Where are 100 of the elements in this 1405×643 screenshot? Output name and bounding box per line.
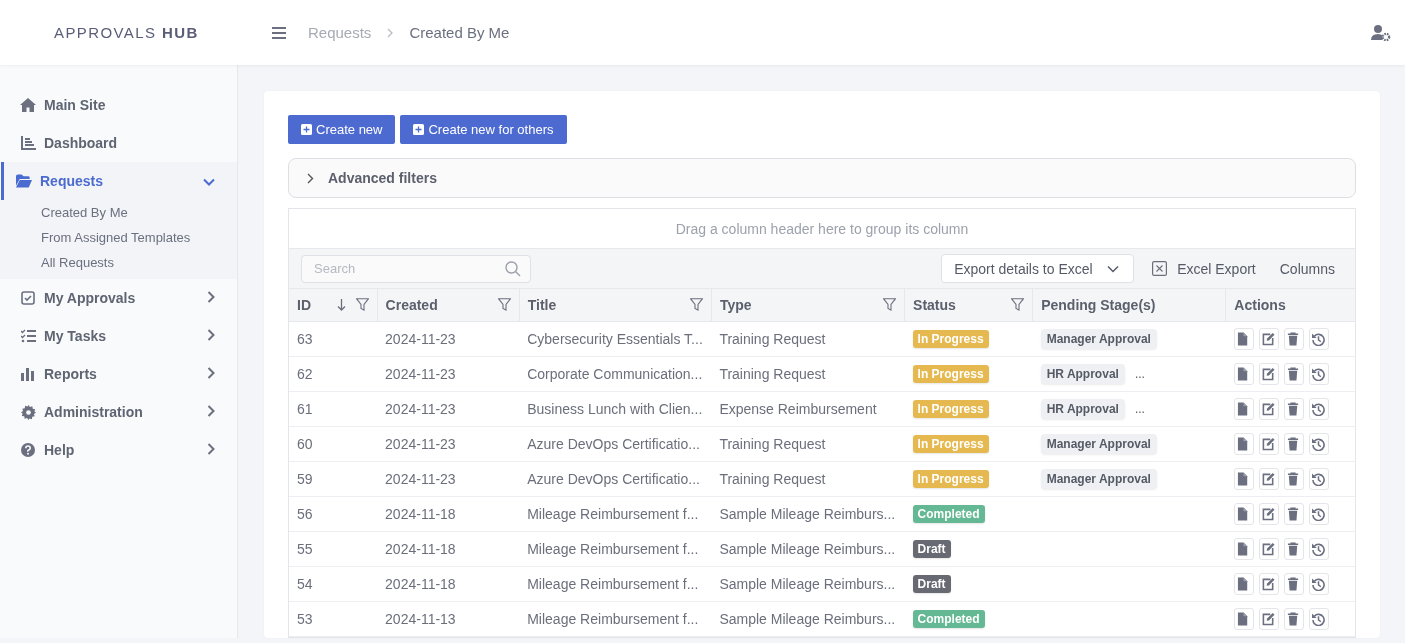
filter-icon[interactable] (355, 298, 369, 312)
sidebar-item[interactable]: Requests (1, 162, 237, 200)
advanced-filters-toggle[interactable]: Advanced filters (288, 158, 1356, 198)
document-button[interactable] (1233, 502, 1254, 525)
history-button[interactable] (1308, 537, 1329, 560)
trash-icon (1287, 436, 1301, 451)
sidebar-item[interactable]: Dashboard (1, 124, 237, 162)
bar-chart-icon (20, 367, 36, 381)
sidebar-subitem[interactable]: From Assigned Templates (0, 225, 237, 250)
column-header[interactable]: ID (289, 289, 378, 321)
column-header[interactable]: Actions (1225, 289, 1355, 321)
document-button[interactable] (1233, 607, 1254, 630)
create-button[interactable]: Create new (288, 115, 396, 144)
trash-icon (1287, 611, 1301, 626)
menu-icon[interactable] (272, 26, 286, 39)
history-button[interactable] (1308, 397, 1329, 420)
sidebar-item[interactable]: Reports (1, 355, 237, 393)
columns-button[interactable]: Columns (1279, 260, 1343, 277)
date-cell: 2024-11-23 (377, 426, 520, 461)
document-button[interactable] (1233, 572, 1254, 595)
history-button[interactable] (1308, 572, 1329, 595)
filter-icon[interactable] (883, 298, 897, 312)
delete-button[interactable] (1283, 502, 1304, 525)
caret-icon (1106, 264, 1119, 273)
filter-icon[interactable] (1011, 298, 1025, 312)
sidebar-item[interactable]: Main Site (1, 86, 237, 124)
type-cell: Training Request (711, 356, 905, 391)
edit-button[interactable] (1258, 607, 1279, 630)
document-button[interactable] (1233, 432, 1254, 455)
excel-export-button[interactable]: Excel Export (1152, 260, 1256, 277)
edit-button[interactable] (1258, 537, 1279, 560)
type-cell: Training Request (711, 321, 905, 356)
column-header[interactable]: Status (904, 289, 1033, 321)
date-cell: 2024-11-23 (377, 391, 520, 426)
document-button[interactable] (1233, 537, 1254, 560)
date-cell: 2024-11-18 (377, 566, 520, 601)
edit-button[interactable] (1258, 362, 1279, 385)
history-button[interactable] (1308, 607, 1329, 630)
export-dropdown[interactable]: Export details to Excel (941, 254, 1135, 283)
history-button[interactable] (1308, 327, 1329, 350)
column-header[interactable]: Created (377, 289, 520, 321)
column-label: Title (527, 296, 557, 313)
document-button[interactable] (1233, 327, 1254, 350)
create-button[interactable]: Create new for others (400, 115, 567, 144)
sidebar-item[interactable]: My Tasks (1, 317, 237, 355)
column-header[interactable]: Title (519, 289, 712, 321)
document-button[interactable] (1233, 467, 1254, 490)
id-cell: 60 (289, 426, 378, 461)
date-cell: 2024-11-18 (377, 531, 520, 566)
edit-icon (1262, 366, 1276, 381)
sidebar-subitem[interactable]: Created By Me (0, 200, 237, 225)
column-label: Type (719, 296, 752, 313)
edit-button[interactable] (1258, 467, 1279, 490)
history-button[interactable] (1308, 502, 1329, 525)
edit-icon (1262, 541, 1276, 556)
history-button[interactable] (1308, 467, 1329, 490)
history-icon (1312, 506, 1326, 521)
delete-button[interactable] (1283, 607, 1304, 630)
more-stages-text[interactable]: ... (1134, 366, 1145, 381)
title-cell: Business Lunch with Clien... (519, 391, 712, 426)
more-stages-text[interactable]: ... (1134, 401, 1145, 416)
column-header[interactable]: Type (711, 289, 905, 321)
delete-button[interactable] (1283, 362, 1304, 385)
search-field[interactable]: Search (301, 254, 531, 283)
edit-icon (1262, 506, 1276, 521)
edit-button[interactable] (1258, 502, 1279, 525)
user-settings-icon[interactable] (1371, 24, 1391, 41)
stage-tag: Manager Approval (1040, 328, 1157, 349)
document-button[interactable] (1233, 362, 1254, 385)
delete-button[interactable] (1283, 432, 1304, 455)
type-cell: Expense Reimbursement (711, 391, 905, 426)
edit-icon (1262, 331, 1276, 346)
edit-button[interactable] (1258, 432, 1279, 455)
id-cell: 54 (289, 566, 378, 601)
trash-icon (1287, 506, 1301, 521)
sort-arrow-icon[interactable] (336, 298, 346, 311)
delete-button[interactable] (1283, 572, 1304, 595)
filter-icon[interactable] (497, 298, 511, 312)
filter-icon[interactable] (689, 298, 703, 312)
title-cell: Mileage Reimbursement f... (519, 531, 712, 566)
sidebar-item[interactable]: Help (1, 431, 237, 469)
document-button[interactable] (1233, 397, 1254, 420)
edit-button[interactable] (1258, 327, 1279, 350)
delete-button[interactable] (1283, 537, 1304, 560)
history-button[interactable] (1308, 432, 1329, 455)
column-label: Created (385, 296, 438, 313)
history-button[interactable] (1308, 362, 1329, 385)
excel-file-icon (1152, 261, 1168, 276)
sidebar-item[interactable]: My Approvals (1, 279, 237, 317)
edit-button[interactable] (1258, 397, 1279, 420)
sidebar-subitem[interactable]: All Requests (0, 250, 237, 275)
chart-icon (20, 136, 36, 150)
delete-button[interactable] (1283, 467, 1304, 490)
delete-button[interactable] (1283, 327, 1304, 350)
edit-icon (1262, 401, 1276, 416)
edit-button[interactable] (1258, 572, 1279, 595)
delete-button[interactable] (1283, 397, 1304, 420)
column-header[interactable]: Pending Stage(s) (1032, 289, 1226, 321)
plus-square-icon (413, 124, 425, 135)
sidebar-item[interactable]: Administration (1, 393, 237, 431)
